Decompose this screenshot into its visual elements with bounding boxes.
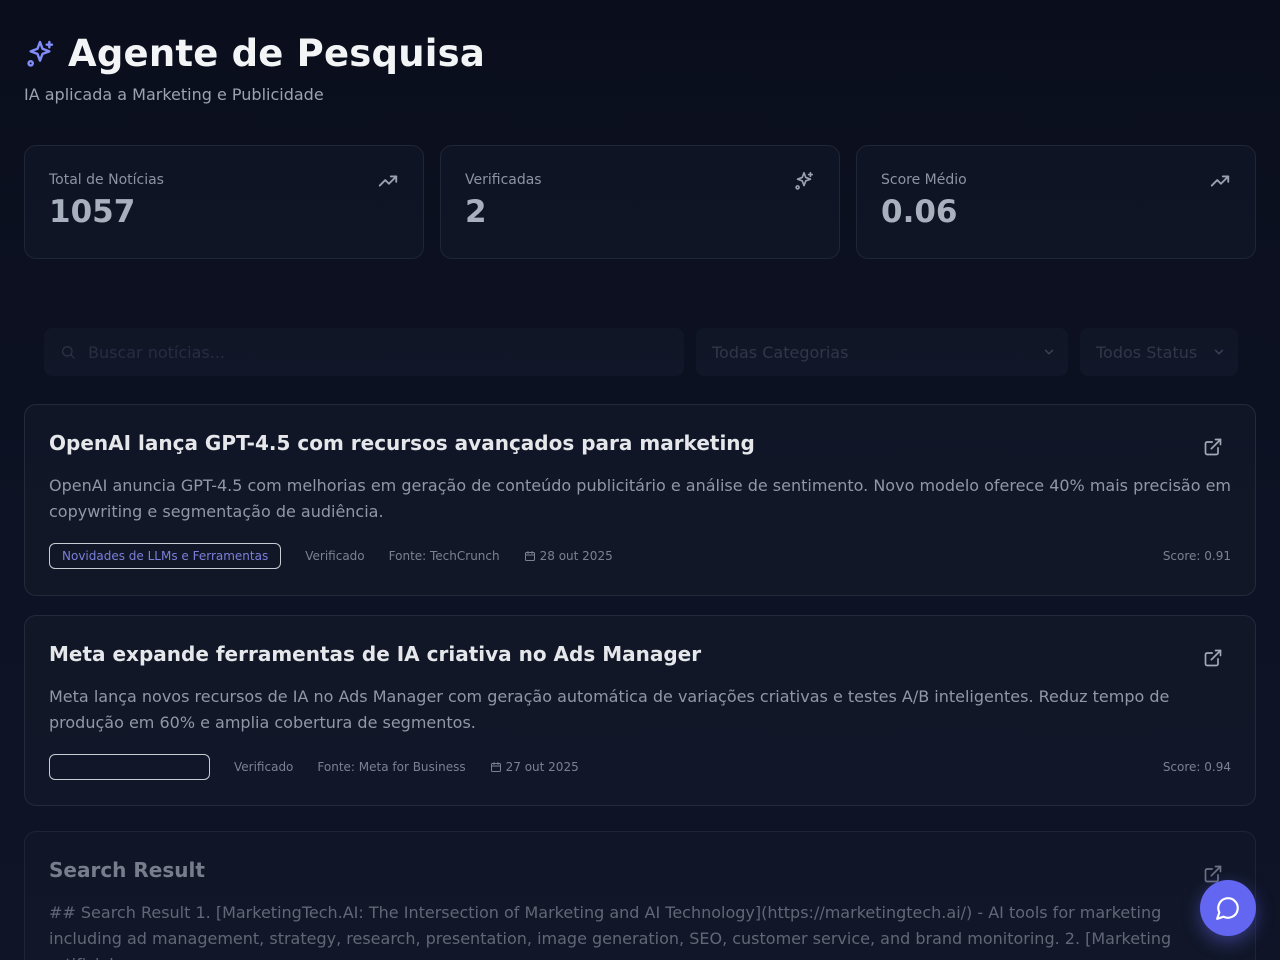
category-select[interactable]: Todas Categorias bbox=[696, 328, 1068, 376]
news-card[interactable]: Meta expande ferramentas de IA criativa … bbox=[24, 615, 1256, 806]
category-select-value: Todas Categorias bbox=[712, 342, 849, 362]
news-summary: Meta lança novos recursos de IA no Ads M… bbox=[49, 687, 1170, 732]
news-card[interactable]: OpenAI lança GPT-4.5 com recursos avança… bbox=[24, 404, 1256, 596]
header: Agente de Pesquisa IA aplicada a Marketi… bbox=[24, 32, 485, 104]
sparkles-icon bbox=[793, 170, 815, 192]
category-badge bbox=[49, 754, 210, 780]
status-select[interactable]: Todos Status bbox=[1080, 328, 1238, 376]
page-title: Agente de Pesquisa bbox=[68, 32, 486, 75]
stat-card-total: Total de Notícias 1057 bbox=[24, 145, 424, 259]
external-link-icon[interactable] bbox=[1203, 648, 1223, 668]
trending-up-icon bbox=[377, 170, 399, 192]
calendar-icon bbox=[524, 550, 536, 562]
status-label: Verificado bbox=[234, 760, 294, 774]
news-summary-text: ## Search Result 1. [MarketingTech.AI: T… bbox=[49, 903, 1172, 960]
title-row: Agente de Pesquisa bbox=[24, 32, 485, 76]
news-summary: ## Search Result 1. [MarketingTech.AI: T… bbox=[49, 900, 1209, 960]
category-badge: Novidades de LLMs e Ferramentas bbox=[49, 543, 282, 569]
score-label: Score: 0.94 bbox=[1162, 760, 1231, 774]
trending-up-icon bbox=[1209, 170, 1231, 192]
news-title: Search Result bbox=[49, 858, 205, 882]
chat-button[interactable] bbox=[1200, 880, 1256, 936]
chat-bubble-icon bbox=[1215, 895, 1241, 921]
stat-label: Verificadas bbox=[465, 172, 542, 188]
news-title: OpenAI lança GPT-4.5 com recursos avança… bbox=[49, 431, 755, 455]
sparkles-icon bbox=[24, 38, 56, 70]
stat-label: Total de Notícias bbox=[49, 172, 164, 188]
search-box[interactable] bbox=[44, 328, 684, 376]
external-link-icon[interactable] bbox=[1203, 437, 1223, 457]
stat-card-verified: Verificadas 2 bbox=[440, 145, 840, 259]
stat-value: 0.06 bbox=[881, 194, 958, 230]
date-text: 28 out 2025 bbox=[539, 549, 613, 563]
news-title: Meta expande ferramentas de IA criativa … bbox=[49, 642, 702, 666]
score-label: Score: 0.91 bbox=[1162, 549, 1231, 563]
chevron-down-icon bbox=[1212, 345, 1226, 359]
news-summary: OpenAI anuncia GPT-4.5 com melhorias em … bbox=[49, 476, 1232, 521]
search-input[interactable] bbox=[86, 341, 646, 363]
stats-row: Total de Notícias 1057 Verificadas 2 Sco… bbox=[24, 145, 1256, 259]
status-select-value: Todos Status bbox=[1096, 342, 1198, 362]
page: Agente de Pesquisa IA aplicada a Marketi… bbox=[0, 0, 1280, 960]
date-text: 27 out 2025 bbox=[505, 760, 579, 774]
news-meta: Novidades de LLMs e Ferramentas Verifica… bbox=[49, 543, 1231, 569]
date-label: 28 out 2025 bbox=[524, 549, 613, 563]
stat-label: Score Médio bbox=[881, 172, 967, 188]
stat-card-score: Score Médio 0.06 bbox=[856, 145, 1256, 259]
calendar-icon bbox=[490, 761, 502, 773]
search-icon bbox=[60, 344, 76, 360]
filters-bar: Todas Categorias Todos Status bbox=[44, 328, 1240, 376]
page-subtitle: IA aplicada a Marketing e Publicidade bbox=[24, 85, 324, 104]
news-card[interactable]: Search Result ## Search Result 1. [Marke… bbox=[24, 831, 1256, 960]
source-label: Fonte: TechCrunch bbox=[388, 549, 500, 563]
source-label: Fonte: Meta for Business bbox=[317, 760, 466, 774]
stat-value: 2 bbox=[465, 194, 487, 230]
date-label: 27 out 2025 bbox=[490, 760, 579, 774]
status-label: Verificado bbox=[305, 549, 365, 563]
chevron-down-icon bbox=[1042, 345, 1056, 359]
stat-value: 1057 bbox=[49, 194, 136, 230]
news-meta: Verificado Fonte: Meta for Business 27 o… bbox=[49, 754, 1231, 780]
